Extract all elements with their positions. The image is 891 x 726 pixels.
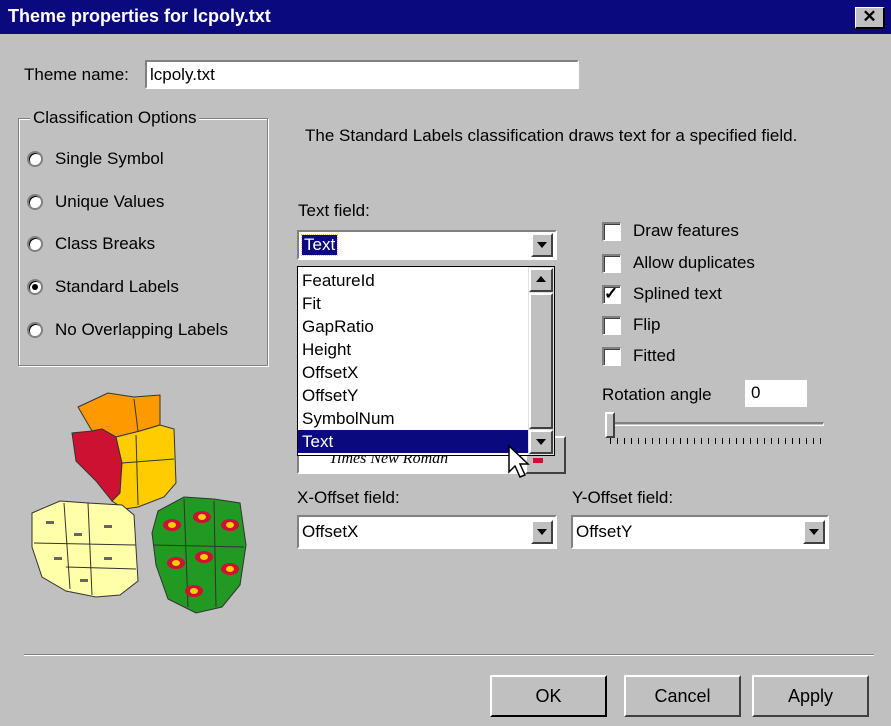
checkbox-label: Splined text	[633, 284, 722, 303]
map-cream-states	[31, 500, 139, 598]
close-icon: ✕	[862, 7, 877, 26]
radio-label: Class Breaks	[55, 234, 156, 253]
close-button[interactable]: ✕	[855, 7, 885, 29]
radio-circle[interactable]	[27, 236, 43, 252]
y-offset-label: Y-Offset field:	[572, 488, 674, 507]
classification-description: The Standard Labels classification draws…	[305, 126, 798, 145]
classification-group-label: Classification Options	[30, 108, 200, 128]
text-field-select[interactable]: Text	[297, 230, 557, 260]
radio-circle-selected[interactable]	[27, 279, 43, 295]
dropdown-item[interactable]: Height	[298, 338, 528, 361]
window-title: Theme properties for lcpoly.txt	[8, 6, 271, 26]
dropdown-item[interactable]: GapRatio	[298, 315, 528, 338]
radio-label: Standard Labels	[55, 277, 179, 296]
ok-button-label: OK	[535, 686, 562, 706]
dropdown-item[interactable]: OffsetX	[298, 361, 528, 384]
theme-name-input[interactable]: lcpoly.txt	[145, 60, 579, 89]
y-offset-dropdown-button[interactable]	[803, 520, 825, 544]
x-offset-select[interactable]: OffsetX	[297, 515, 557, 549]
chevron-down-icon	[536, 439, 546, 445]
x-offset-dropdown-button[interactable]	[531, 520, 553, 544]
map-illustration	[31, 392, 247, 614]
text-field-dropdown-list[interactable]: FeatureId Fit GapRatio Height OffsetX Of…	[297, 266, 555, 456]
map-green-states	[151, 496, 247, 614]
theme-name-value: lcpoly.txt	[150, 65, 215, 84]
checkbox-label: Flip	[633, 315, 661, 334]
rotation-angle-label: Rotation angle	[602, 385, 712, 404]
checkbox-label: Fitted	[633, 346, 676, 365]
chevron-down-icon	[809, 529, 819, 535]
text-field-selected-value: Text	[300, 234, 339, 256]
checkbox-box[interactable]	[602, 316, 621, 335]
x-offset-label: X-Offset field:	[297, 488, 400, 507]
rotation-slider-ticks	[610, 438, 822, 444]
y-offset-select[interactable]: OffsetY	[571, 515, 829, 549]
chevron-down-icon	[537, 529, 547, 535]
checkbox-label: Draw features	[633, 221, 739, 240]
y-offset-value: OffsetY	[576, 522, 633, 541]
apply-button-label: Apply	[787, 686, 834, 706]
rotation-angle-value: 0	[751, 383, 761, 402]
radio-label: Unique Values	[55, 192, 165, 211]
checkmark-icon: ✓	[604, 284, 619, 303]
radio-circle[interactable]	[27, 151, 43, 167]
dropdown-item[interactable]: FeatureId	[298, 269, 528, 292]
rotation-angle-input[interactable]: 0	[745, 380, 807, 407]
scrollbar-thumb[interactable]	[529, 293, 553, 429]
dropdown-item[interactable]: OffsetY	[298, 384, 528, 407]
apply-button[interactable]: Apply	[752, 675, 869, 717]
rotation-slider-thumb[interactable]	[605, 412, 615, 438]
radio-circle[interactable]	[27, 194, 43, 210]
chevron-up-icon	[536, 276, 546, 282]
dropdown-scrollbar[interactable]	[528, 267, 554, 455]
checkbox-box[interactable]	[602, 347, 621, 366]
mouse-cursor-icon	[508, 444, 530, 478]
cancel-button[interactable]: Cancel	[624, 675, 741, 717]
bottom-separator	[24, 654, 874, 656]
ok-button[interactable]: OK	[490, 675, 607, 717]
cancel-button-label: Cancel	[654, 686, 711, 706]
radio-dot	[32, 284, 38, 290]
checkbox-label: Allow duplicates	[633, 253, 755, 272]
radio-label: No Overlapping Labels	[55, 320, 228, 339]
x-offset-value: OffsetX	[302, 522, 359, 541]
radio-label: Single Symbol	[55, 149, 164, 168]
text-field-dropdown-button[interactable]	[531, 233, 553, 257]
dropdown-item[interactable]: Fit	[298, 292, 528, 315]
radio-circle[interactable]	[27, 322, 43, 338]
checkbox-box[interactable]	[602, 222, 621, 241]
scroll-up-button[interactable]	[529, 268, 553, 292]
checkbox-box[interactable]	[602, 254, 621, 273]
checkbox-box-checked[interactable]: ✓	[602, 284, 621, 304]
theme-name-label: Theme name:	[24, 65, 129, 84]
chevron-down-icon	[537, 242, 547, 248]
rotation-slider-track[interactable]	[606, 422, 824, 426]
font-color-icon	[533, 458, 543, 463]
map-colored-states	[71, 392, 177, 510]
dropdown-item[interactable]: SymbolNum	[298, 407, 528, 430]
dropdown-item-highlighted[interactable]: Text	[298, 430, 528, 453]
text-field-label: Text field:	[298, 201, 370, 220]
